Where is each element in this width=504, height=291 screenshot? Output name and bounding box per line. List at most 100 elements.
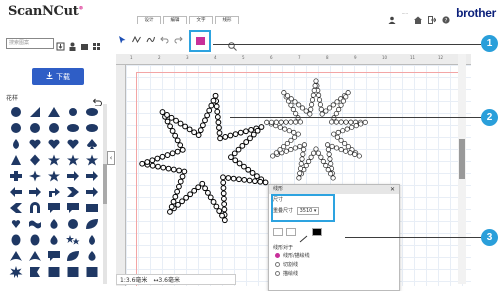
shape-flag-icon[interactable] [26, 264, 44, 279]
stitch-point [311, 87, 317, 94]
shape-ellipse-icon[interactable] [83, 120, 101, 135]
shape-circle-icon[interactable] [64, 216, 82, 231]
shape-star-icon[interactable] [45, 152, 63, 167]
pointer-icon[interactable] [118, 35, 127, 44]
stitch-point [293, 111, 299, 117]
pen-icon[interactable] [146, 35, 155, 44]
sidebar-scroll-thumb[interactable] [103, 164, 107, 204]
stroke-style-select[interactable] [273, 228, 283, 236]
shape-square-icon[interactable] [45, 264, 63, 279]
stroke-width-select[interactable] [286, 228, 296, 236]
shape-triangle-rt-icon[interactable] [26, 104, 44, 119]
shape-tri-shape-icon[interactable] [26, 248, 44, 263]
shape-egg-icon[interactable] [7, 232, 25, 247]
shape-cross-icon[interactable] [7, 168, 25, 183]
sidebar-scrollbar[interactable] [103, 104, 107, 284]
shape-teardrop-icon[interactable] [7, 136, 25, 151]
logout-icon[interactable] [428, 9, 437, 24]
shape-spade-icon[interactable] [83, 136, 101, 151]
shape-arrow-r-icon[interactable] [64, 168, 82, 183]
shape-ellipse-icon[interactable] [64, 120, 82, 135]
shape-chevron-icon[interactable] [64, 184, 82, 199]
panel-title-bar: 线形 ✕ [269, 185, 399, 194]
shape-star-icon[interactable] [64, 152, 82, 167]
shape-bubble-icon[interactable] [64, 200, 82, 215]
shape-heart-icon[interactable] [45, 136, 63, 151]
stitch-point [212, 92, 219, 99]
shape-drop-icon[interactable] [83, 248, 101, 263]
shape-diamond-icon[interactable] [26, 152, 44, 167]
shape-bubble-icon[interactable] [45, 200, 63, 215]
shape-leaf-icon[interactable] [83, 216, 101, 231]
shape-arrow-l-icon[interactable] [7, 184, 25, 199]
shape-circle-icon[interactable] [7, 120, 25, 135]
grid-view-icon[interactable] [92, 36, 101, 50]
shape-star4-icon[interactable] [26, 168, 44, 183]
stitch-point [328, 171, 334, 177]
stitch-point [249, 170, 256, 176]
home-icon[interactable] [414, 9, 423, 24]
help-icon[interactable]: ? [442, 9, 450, 24]
collapse-sidebar-button[interactable]: ‹ [107, 151, 115, 165]
shape-ellipse-icon[interactable] [83, 104, 101, 119]
shape-circle-icon[interactable] [26, 120, 44, 135]
shape-tri-shape-icon[interactable] [7, 248, 25, 263]
shape-bubble-icon[interactable] [45, 248, 63, 263]
shape-square-icon[interactable] [83, 264, 101, 279]
shape-heart-sm-icon[interactable] [7, 216, 25, 231]
shape-arrow-r-icon[interactable] [26, 184, 44, 199]
shape-heart-icon[interactable] [64, 136, 82, 151]
shape-wave-icon[interactable] [26, 216, 44, 231]
stitch-point [316, 92, 322, 98]
shape-drop-icon[interactable] [45, 232, 63, 247]
tab-2[interactable]: 编辑 [163, 16, 187, 24]
download-button[interactable]: 下载 [32, 68, 84, 85]
shape-heart-icon[interactable] [26, 136, 44, 151]
pattern-search-input[interactable]: 搜索图案 [6, 38, 54, 49]
shape-rect-icon[interactable] [83, 200, 101, 215]
shape-circle-sm-icon[interactable] [64, 104, 82, 119]
ruler-tick-label: 10 [382, 55, 388, 60]
tab-1[interactable]: 设计 [137, 16, 161, 24]
canvas-scroll-thumb[interactable] [459, 139, 465, 179]
stitch-point [232, 131, 239, 138]
back-icon[interactable] [92, 91, 102, 107]
mode-tabs: 设计 编辑 文字 线形 [137, 16, 239, 24]
shape-arrow-r-icon[interactable] [83, 168, 101, 183]
radio-option-3[interactable]: 描绘线 [275, 270, 298, 277]
shape-star-icon[interactable] [45, 168, 63, 183]
shape-chevron-l-icon[interactable] [7, 200, 25, 215]
shape-drop-icon[interactable] [45, 216, 63, 231]
user-icon[interactable] [388, 9, 396, 24]
shape-stars-icon[interactable] [64, 232, 82, 247]
shape-circle-icon[interactable] [7, 104, 25, 119]
radio-option-1[interactable]: 线形/描绘线 [275, 252, 310, 259]
shape-egg-icon[interactable] [26, 232, 44, 247]
shape-leaf-icon[interactable] [64, 248, 82, 263]
shape-triangle-icon[interactable] [45, 104, 63, 119]
tab-4[interactable]: 线形 [215, 16, 239, 24]
import-icon[interactable] [56, 36, 65, 51]
canvas-scrollbar[interactable] [458, 54, 466, 284]
shape-teardrop-icon[interactable] [83, 232, 101, 247]
close-panel-button[interactable]: ✕ [390, 185, 395, 194]
path-icon[interactable] [132, 35, 141, 44]
shape-square-icon[interactable] [64, 264, 82, 279]
undo-icon[interactable] [160, 35, 169, 44]
color-swatch[interactable] [312, 228, 322, 236]
person-icon[interactable] [68, 36, 77, 51]
shape-star-icon[interactable] [83, 152, 101, 167]
redo-icon[interactable] [174, 35, 183, 44]
pen-color-icon[interactable] [299, 228, 309, 243]
shape-horseshoe-icon[interactable] [26, 200, 44, 215]
tab-3[interactable]: 文字 [189, 16, 213, 24]
shape-circle-icon[interactable] [45, 120, 63, 135]
line-type-tool-highlighted[interactable] [189, 30, 211, 52]
shape-arrow-r-icon[interactable] [83, 184, 101, 199]
radio-option-2[interactable]: 切割线 [275, 261, 298, 268]
stitch-point [288, 119, 294, 125]
shape-triangle-up-icon[interactable] [7, 152, 25, 167]
folder-icon[interactable] [80, 36, 89, 50]
shape-arrow-bent-icon[interactable] [45, 184, 63, 199]
shape-star-burst-icon[interactable] [7, 264, 25, 279]
